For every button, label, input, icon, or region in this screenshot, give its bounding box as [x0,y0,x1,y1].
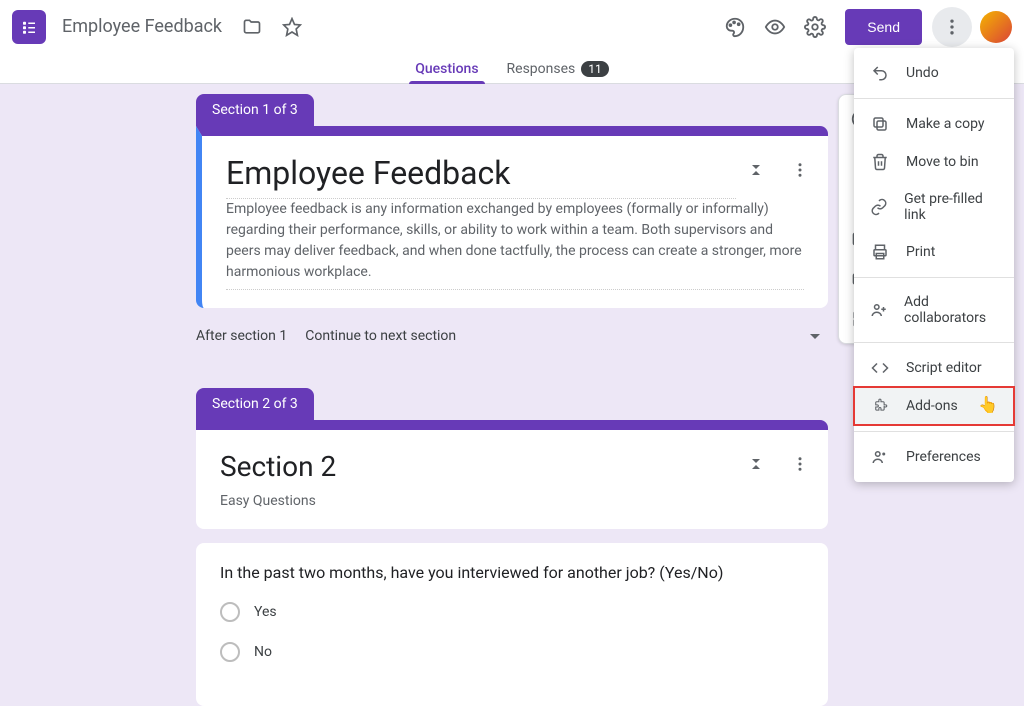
more-button[interactable] [932,7,972,47]
menu-prefilled-link[interactable]: Get pre-filled link [854,181,1014,233]
forms-logo[interactable] [12,10,46,44]
menu-undo[interactable]: Undo [854,54,1014,92]
account-avatar[interactable] [980,11,1012,43]
section-2-tab: Section 2 of 3 [196,388,314,420]
option-label: No [254,644,272,660]
star-icon[interactable] [272,7,312,47]
link-icon [870,198,888,216]
menu-preferences[interactable]: Preferences [854,438,1014,476]
doc-title[interactable]: Employee Feedback [62,16,222,37]
cursor-pointer-icon: 👆 [978,395,998,414]
form-description[interactable]: Employee feedback is any information exc… [226,199,804,290]
radio-icon [220,602,240,622]
after-section-row: After section 1 Continue to next section [196,324,828,348]
menu-print[interactable]: Print [854,233,1014,271]
tab-questions-label: Questions [415,61,478,77]
menu-label: Add-ons [906,398,958,414]
menu-move-to-bin[interactable]: Move to bin [854,143,1014,181]
dropdown-icon [810,334,820,339]
section-2-wrap: Section 2 of 3 Section 2 Easy Questions [196,388,828,706]
section-1-wrap: Section 1 of 3 Employee Feedback Employe… [196,94,828,308]
tab-questions[interactable]: Questions [401,54,492,83]
code-icon [870,359,890,377]
app-header: Employee Feedback Send [0,0,1024,54]
menu-label: Undo [906,65,939,81]
option-label: Yes [254,604,277,620]
option-yes[interactable]: Yes [220,602,804,622]
after-section-select[interactable]: Continue to next section [297,324,828,348]
copy-icon [870,115,890,133]
menu-script-editor[interactable]: Script editor [854,349,1014,387]
menu-label: Make a copy [906,116,985,132]
menu-label: Print [906,244,935,260]
after-section-value: Continue to next section [305,328,456,344]
menu-label: Preferences [906,449,981,465]
responses-count-badge: 11 [581,61,609,77]
send-button[interactable]: Send [845,9,922,45]
question-text: In the past two months, have you intervi… [220,563,804,582]
addon-icon [870,397,890,415]
move-to-folder-icon[interactable] [232,7,272,47]
section-1-card[interactable]: Employee Feedback Employee feedback is a… [196,126,828,308]
section-more-icon[interactable] [780,150,820,190]
print-icon [870,243,890,261]
tab-responses[interactable]: Responses 11 [493,54,623,83]
preferences-icon [870,448,890,466]
menu-label: Get pre-filled link [904,191,998,223]
menu-label: Add collaborators [904,294,998,326]
radio-icon [220,642,240,662]
section-2-title[interactable]: Section 2 [220,444,736,489]
menu-label: Move to bin [906,154,979,170]
after-section-label: After section 1 [196,328,287,344]
section-1-tab: Section 1 of 3 [196,94,314,126]
menu-label: Script editor [906,360,982,376]
section-2-card[interactable]: Section 2 Easy Questions [196,420,828,529]
section-2-description[interactable]: Easy Questions [196,489,828,529]
option-no[interactable]: No [220,642,804,662]
settings-icon[interactable] [795,7,835,47]
more-menu: Undo Make a copy Move to bin Get pre-fil… [854,48,1014,482]
collaborators-icon [870,301,888,319]
tab-responses-label: Responses [507,61,576,77]
collapse-section-2-icon[interactable] [736,444,776,484]
menu-addons[interactable]: Add-ons 👆 [854,387,1014,425]
menu-add-collaborators[interactable]: Add collaborators [854,284,1014,336]
preview-icon[interactable] [755,7,795,47]
form-title[interactable]: Employee Feedback [226,154,736,199]
menu-make-copy[interactable]: Make a copy [854,105,1014,143]
collapse-section-icon[interactable] [736,150,776,190]
section-2-more-icon[interactable] [780,444,820,484]
trash-icon [870,153,890,171]
undo-icon [870,64,890,82]
theme-icon[interactable] [715,7,755,47]
